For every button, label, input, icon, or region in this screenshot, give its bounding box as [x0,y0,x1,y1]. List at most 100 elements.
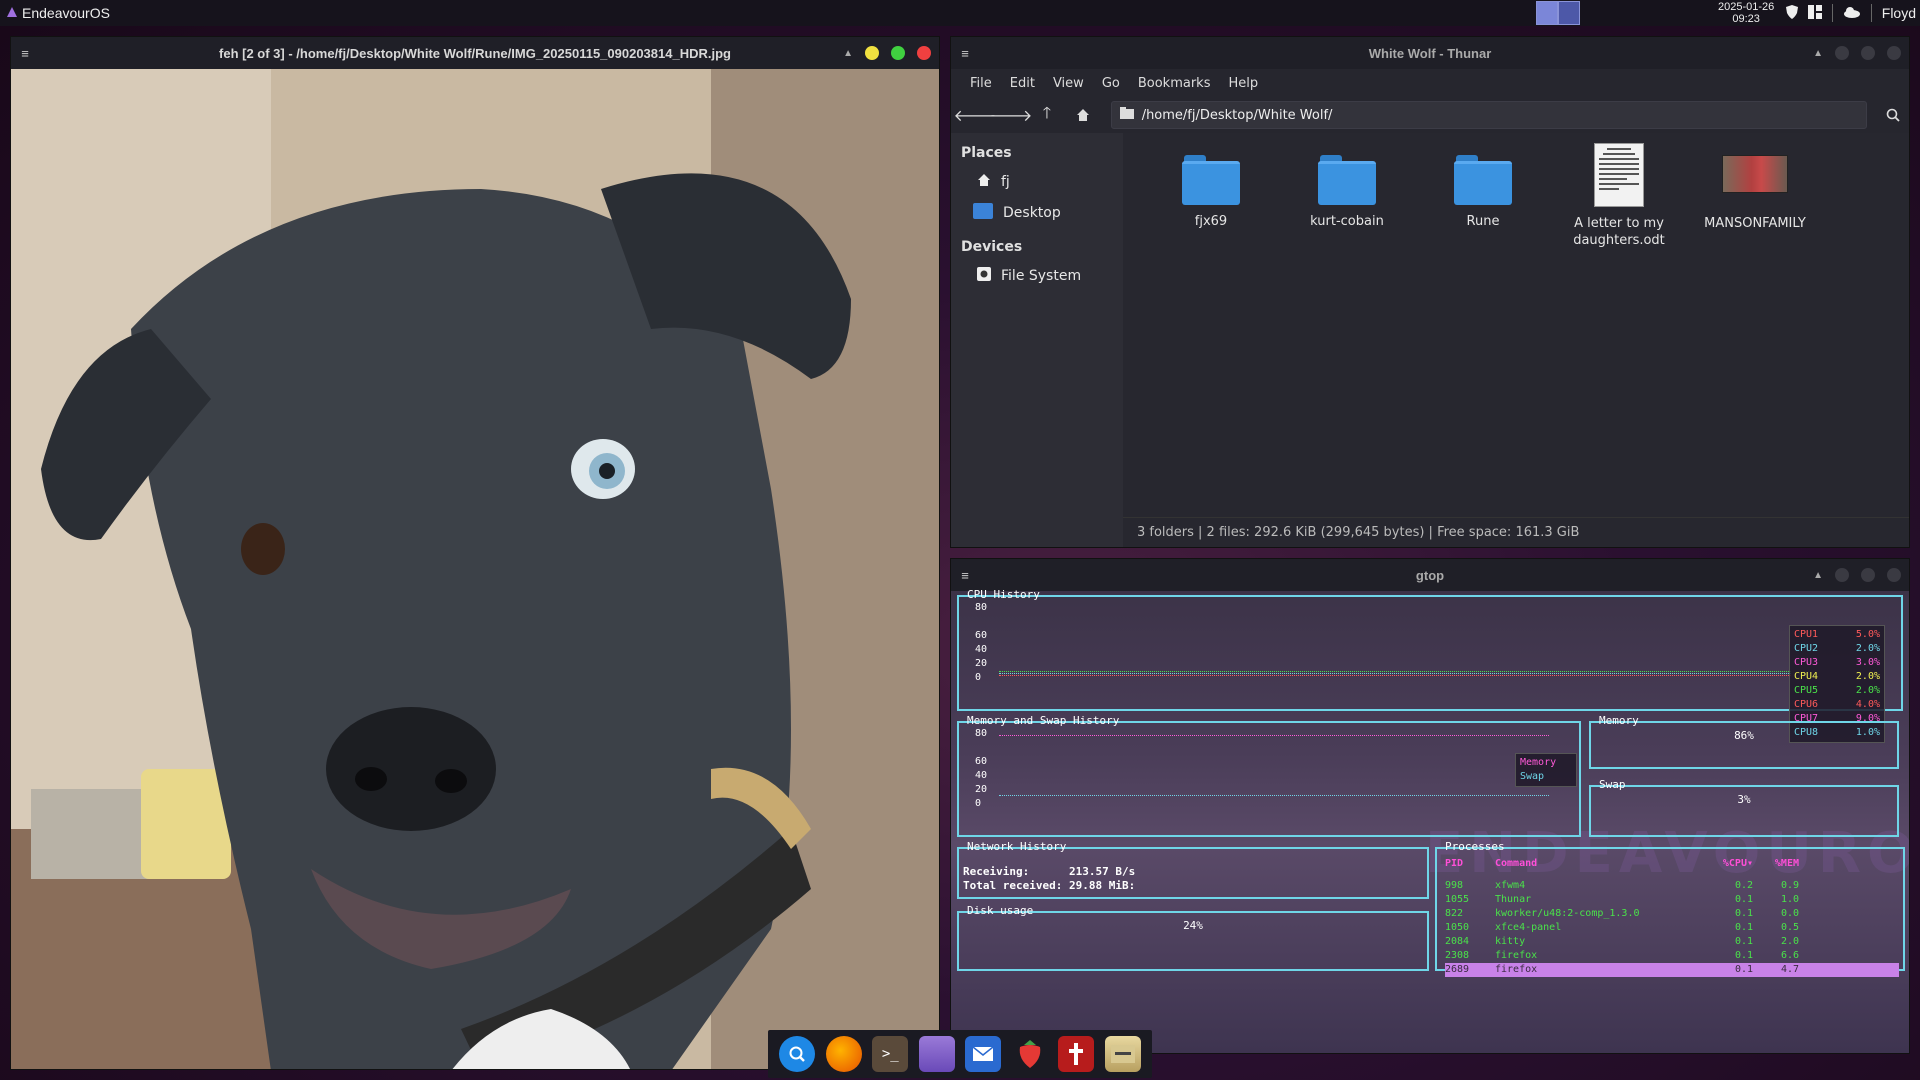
thunar-window: ≡ White Wolf - Thunar ▲ File Edit View G… [950,36,1910,548]
terminal-icon[interactable]: >_ [872,1036,909,1072]
file-label: fjx69 [1194,214,1228,229]
process-row[interactable]: 1050 xfce4-panel 0.1 0.5 [1445,921,1899,935]
file-label: A letter to my daughters.odt [1573,216,1665,248]
file-item-fjx69[interactable]: fjx69 [1143,143,1279,249]
menu-edit[interactable]: Edit [1001,72,1044,95]
search-icon[interactable] [779,1036,816,1072]
sidebar-item-home[interactable]: fj [951,167,1123,197]
bible-icon[interactable] [1058,1036,1095,1072]
status-bar: 3 folders | 2 files: 292.6 KiB (299,645 … [1123,517,1909,547]
thunar-content: fjx69 kurt-cobain Rune A letter to my da… [1123,133,1909,547]
process-row[interactable]: 2084 kitty 0.1 2.0 [1445,935,1899,949]
maximize-button[interactable] [891,46,905,60]
feh-titlebar[interactable]: ≡ feh [2 of 3] - /home/fj/Desktop/White … [11,37,939,69]
receiving-value: 213.57 B/s [1069,865,1136,878]
cpu-legend-row: CPU5 2.0% [1794,685,1880,696]
menu-bookmarks[interactable]: Bookmarks [1129,72,1220,95]
close-button[interactable] [1887,568,1901,582]
file-item-kurt-cobain[interactable]: kurt-cobain [1279,143,1415,249]
workspace-1[interactable] [1536,1,1558,25]
clock[interactable]: 2025-01-26 09:23 [1718,1,1774,25]
process-row-selected[interactable]: 2689 firefox 0.1 4.7 [1445,963,1899,977]
location-path: /home/fj/Desktop/White Wolf/ [1141,107,1333,123]
sidebar-item-filesystem[interactable]: File System [951,261,1123,291]
system-tray: Floyd [1785,0,1920,26]
y-tick: 20 [975,784,988,795]
devices-heading: Devices [961,239,1023,255]
swap-panel: Swap 3% [1589,778,1899,837]
cpu-plot-line [999,675,1791,676]
process-row[interactable]: 2308 firefox 0.1 6.6 [1445,949,1899,963]
maximize-button[interactable] [1861,568,1875,582]
y-tick: 40 [975,644,988,655]
shade-icon[interactable]: ▲ [843,48,853,59]
y-tick: 40 [975,770,988,781]
file-item-letter[interactable]: A letter to my daughters.odt [1551,143,1687,249]
shade-icon[interactable]: ▲ [1813,570,1823,581]
window-menu-icon[interactable]: ≡ [951,46,979,61]
window-controls: ▲ [1813,37,1901,69]
process-table: PID Command %CPU▾ %MEM 998 xfwm4 0.2 0.9 10… [1445,857,1899,977]
workspace-2[interactable] [1558,1,1580,25]
file-item-mansonfamily[interactable]: MANSONFAMILY [1687,143,1823,249]
tray-separator [1870,4,1872,22]
cpu-plot-line [999,673,1791,674]
thunar-titlebar[interactable]: ≡ White Wolf - Thunar ▲ [951,37,1909,69]
files-manager-icon[interactable] [918,1036,955,1072]
file-item-rune[interactable]: Rune [1415,143,1551,249]
thunar-sidebar: Places fj Desktop Devices File System [951,133,1123,547]
minimize-button[interactable] [1835,46,1849,60]
archive-icon[interactable] [1104,1036,1141,1072]
panel-title: Processes [1445,840,1505,853]
window-menu-icon[interactable]: ≡ [11,46,39,61]
grid-icon[interactable] [1807,4,1822,22]
memory-value: 86% [1734,729,1754,742]
weather-icon[interactable] [1843,5,1861,21]
search-icon[interactable] [1877,101,1909,129]
gtop-titlebar[interactable]: ≡ gtop ▲ [951,559,1909,591]
drive-icon [977,267,991,285]
y-tick: 60 [975,630,988,641]
endeavouros-logo-icon [6,5,18,21]
disk-usage-panel: Disk usage 24% [957,904,1429,971]
process-row[interactable]: 1055 Thunar 0.1 1.0 [1445,893,1899,907]
sidebar-item-label: fj [1001,174,1010,190]
forward-arrow-icon[interactable]: 🡒 [990,101,1033,129]
menu-go[interactable]: Go [1093,72,1129,95]
up-arrow-icon[interactable]: 🡑 [1031,101,1063,129]
memory-panel: Memory 86% [1589,714,1899,769]
total-received-label: Total received: [963,879,1063,892]
firefox-icon[interactable] [825,1036,862,1072]
process-row[interactable]: 998 xfwm4 0.2 0.9 [1445,879,1899,893]
minimize-button[interactable] [865,46,879,60]
strawberry-icon[interactable] [1012,1036,1048,1072]
back-arrow-icon[interactable]: 🡐 [954,101,997,129]
minimize-button[interactable] [1835,568,1849,582]
shade-icon[interactable]: ▲ [1813,48,1823,59]
menu-view[interactable]: View [1044,72,1093,95]
sidebar-item-desktop[interactable]: Desktop [951,197,1123,229]
location-bar[interactable]: /home/fj/Desktop/White Wolf/ [1110,101,1868,129]
home-icon[interactable] [1067,101,1099,129]
network-panel: Network History Receiving: 213.57 B/s Tot… [957,840,1429,899]
maximize-button[interactable] [1861,46,1875,60]
mail-icon[interactable] [965,1036,1002,1072]
processes-panel[interactable]: Processes PID Command %CPU▾ %MEM 998 xfwm… [1435,840,1905,977]
gtop-terminal[interactable]: ENDEAVOUROS CPU History 80 60 40 20 0 CP… [951,588,1909,1053]
feh-window: ≡ feh [2 of 3] - /home/fj/Desktop/White … [10,36,940,1070]
app-menu-button[interactable]: EndeavourOS [0,0,116,26]
disk-value: 24% [1183,919,1203,932]
close-button[interactable] [1887,46,1901,60]
window-menu-icon[interactable]: ≡ [951,568,979,583]
process-row[interactable]: 822 kworker/u48:2-comp_1.3.0 0.1 0.0 [1445,907,1899,921]
cpu-plot-line [999,671,1791,672]
close-button[interactable] [917,46,931,60]
username-label[interactable]: Floyd [1882,5,1916,21]
file-grid: fjx69 kurt-cobain Rune A letter to my da… [1143,143,1823,249]
shield-icon[interactable] [1785,4,1798,22]
menu-file[interactable]: File [961,72,1001,95]
dog-photo [11,69,939,1069]
workspace-switcher[interactable] [1536,1,1580,25]
menu-help[interactable]: Help [1219,72,1267,95]
process-header[interactable]: PID Command %CPU▾ %MEM [1445,857,1899,871]
